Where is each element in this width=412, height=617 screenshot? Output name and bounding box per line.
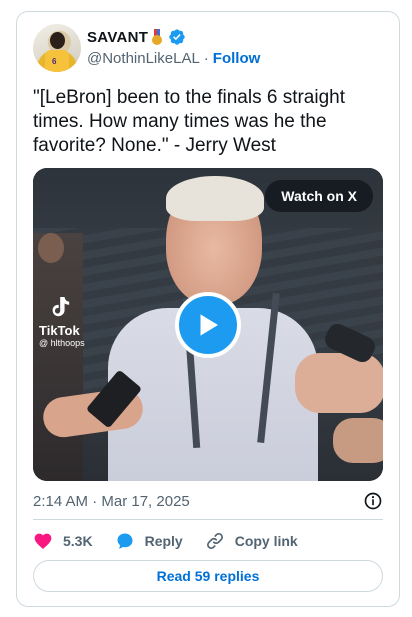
author-handle[interactable]: @NothinLikeLAL xyxy=(87,50,200,67)
author-handle-row: @NothinLikeLAL · Follow xyxy=(87,50,260,67)
reply-label: Reply xyxy=(144,533,183,549)
reply-bubble-icon xyxy=(117,533,133,549)
avatar-head xyxy=(50,32,65,49)
medal-icon xyxy=(151,29,163,45)
like-button[interactable]: 5.3K xyxy=(33,531,93,551)
tiktok-logo-icon xyxy=(52,297,70,317)
tiktok-watermark: TikTok @ hlthoops xyxy=(39,296,85,348)
copy-link-label: Copy link xyxy=(234,533,298,549)
divider xyxy=(33,519,383,520)
reply-button[interactable]: Reply xyxy=(115,531,183,551)
tiktok-brand: TikTok xyxy=(39,323,80,338)
avatar-jersey-number: 6 xyxy=(52,57,57,66)
avatar[interactable]: 6 xyxy=(33,24,81,72)
info-icon[interactable] xyxy=(363,491,383,511)
like-count: 5.3K xyxy=(63,533,93,549)
follow-button[interactable]: Follow xyxy=(213,50,261,67)
action-bar: 5.3K Reply Copy link xyxy=(33,529,383,553)
tweet-text: "[LeBron] been to the finals 6 straight … xyxy=(33,87,345,156)
timestamp[interactable]: 2:14 AM · Mar 17, 2025 xyxy=(33,493,190,510)
tweet-card: 6 SAVANT @NothinLikeLAL · Follow "[LeBro… xyxy=(16,11,400,607)
separator-dot: · xyxy=(203,50,209,67)
tiktok-user: @ hlthoops xyxy=(39,338,85,348)
author-name-row[interactable]: SAVANT xyxy=(87,28,186,46)
display-name[interactable]: SAVANT xyxy=(87,29,148,46)
copy-link-button[interactable]: Copy link xyxy=(205,531,298,551)
avatar-jersey xyxy=(45,50,69,72)
timestamp-row: 2:14 AM · Mar 17, 2025 xyxy=(33,490,383,512)
video-player[interactable]: Watch on X TikTok @ hlthoops xyxy=(33,168,383,481)
tweet-header: 6 SAVANT @NothinLikeLAL · Follow xyxy=(33,24,383,76)
play-button[interactable] xyxy=(175,292,241,358)
watch-on-x-button[interactable]: Watch on X xyxy=(265,180,373,212)
play-icon xyxy=(200,314,218,336)
heart-icon xyxy=(34,533,52,549)
verified-badge-icon xyxy=(169,29,185,45)
link-icon xyxy=(206,533,223,549)
read-replies-button[interactable]: Read 59 replies xyxy=(33,560,383,592)
